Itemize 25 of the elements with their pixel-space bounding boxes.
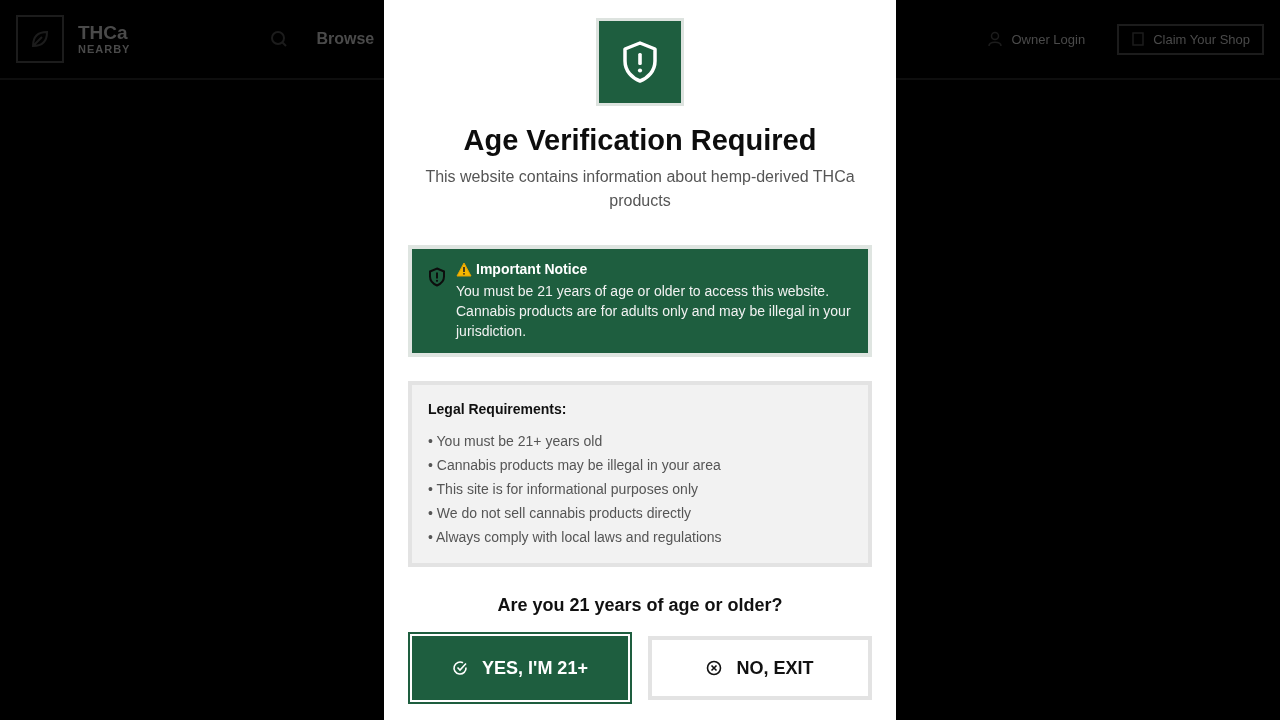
search-icon[interactable] [270,30,289,48]
age-question: Are you 21 years of age or older? [497,595,783,616]
claim-shop-button[interactable]: Claim Your Shop [1117,23,1264,55]
owner-login-link[interactable]: Owner Login [1011,31,1086,47]
check-circle-icon [452,660,469,676]
requirement-item: • We do not sell cannabis products directly [428,504,692,523]
warning-icon [456,261,472,277]
notice-title: Important Notice [476,261,588,277]
requirement-item: • You must be 21+ years old [428,432,604,451]
requirement-item: • This site is for informational purposes only [428,480,699,499]
shield-alert-icon [428,267,446,287]
shield-alert-icon [596,18,684,106]
legal-title: Legal Requirements: [428,401,568,417]
notice-text: You must be 21 years of age or older to access this website. Cannabis products are for adults only and may be illegal in your jurisdiction. [456,282,852,341]
dialog-subtitle: This website contains information about hemp-derived THCa products [424,167,856,211]
dialog-title: Age Verification Required [463,124,817,157]
nav-link[interactable]: Browse [316,30,375,48]
requirement-item: • Always comply with local laws and regulations [428,528,723,547]
brand-tagline: NEARBY [78,43,131,55]
exit-button[interactable]: NO, EXIT [648,636,872,700]
close-circle-icon [706,660,723,676]
leaf-logo-icon[interactable] [16,15,64,63]
requirement-item: • Cannabis products may be illegal in your area [428,456,722,475]
brand-name: THCa [78,23,129,43]
user-icon [987,31,1004,47]
